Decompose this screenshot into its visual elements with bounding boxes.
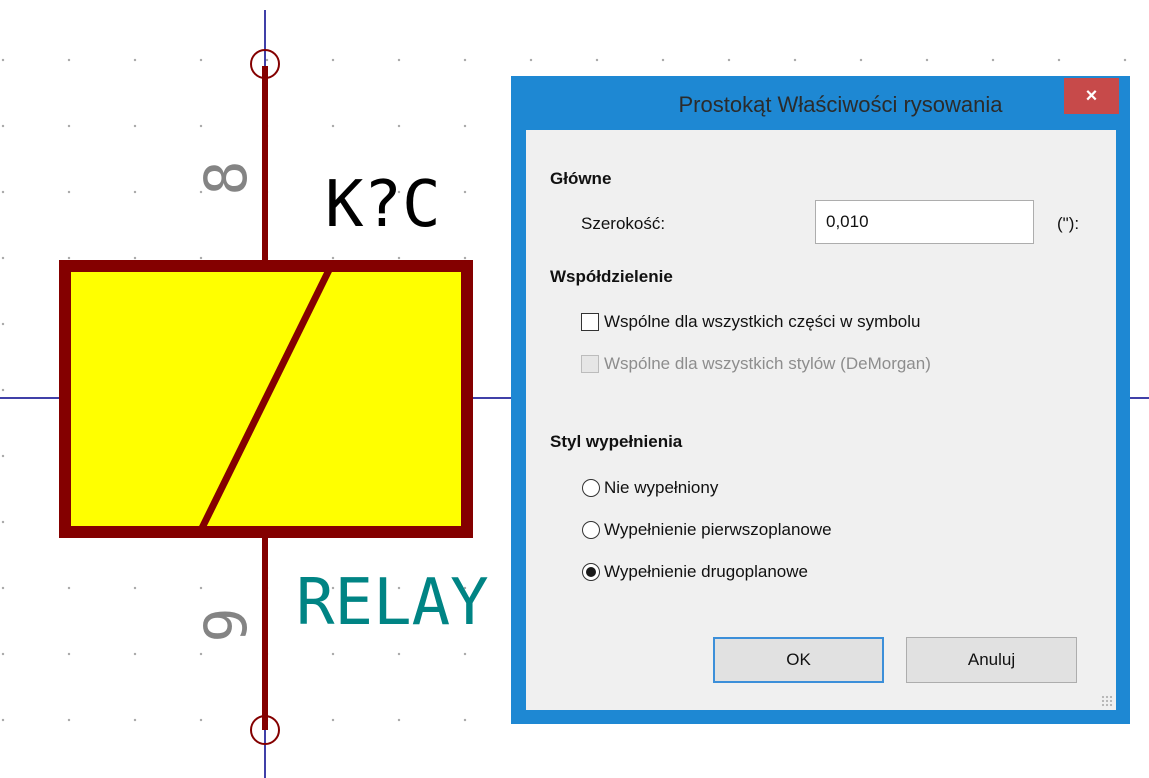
dialog-titlebar[interactable]: Prostokąt Właściwości rysowania × — [511, 76, 1130, 130]
dialog-title: Prostokąt Właściwości rysowania — [678, 92, 1003, 117]
close-button[interactable]: × — [1064, 78, 1119, 114]
radio-button[interactable] — [582, 521, 600, 539]
radio-button[interactable] — [582, 479, 600, 497]
dialog-body: Główne Szerokość: 0,010 ("): Współdziele… — [526, 130, 1116, 710]
checkbox-box-disabled — [581, 355, 599, 373]
fill-option-none[interactable]: Nie wypełniony — [582, 478, 718, 498]
share-styles-checkbox: Wspólne dla wszystkich stylów (DeMorgan) — [581, 354, 931, 374]
share-styles-label: Wspólne dla wszystkich stylów (DeMorgan) — [604, 354, 931, 373]
symbol-reference: K?C — [325, 168, 441, 242]
close-icon: × — [1085, 84, 1098, 107]
fill-option-label: Nie wypełniony — [604, 478, 719, 497]
cancel-button[interactable]: Anuluj — [906, 637, 1077, 683]
fill-option-background[interactable]: Wypełnienie drugoplanowe — [582, 562, 808, 582]
width-label: Szerokość: — [581, 214, 666, 233]
fill-option-foreground[interactable]: Wypełnienie pierwszoplanowe — [582, 520, 832, 540]
main-section-heading: Główne — [550, 169, 612, 188]
pin-bottom-number: 9 — [192, 608, 260, 643]
checkbox-box[interactable] — [581, 313, 599, 331]
pin-top-number: 8 — [192, 161, 260, 196]
properties-dialog: Prostokąt Właściwości rysowania × Główne… — [511, 76, 1130, 724]
symbol-value: RELAY — [296, 566, 489, 640]
share-parts-checkbox[interactable]: Wspólne dla wszystkich części w symbolu — [581, 312, 920, 332]
ok-button[interactable]: OK — [713, 637, 884, 683]
fill-section-heading: Styl wypełnienia — [550, 432, 683, 451]
fill-option-label: Wypełnienie pierwszoplanowe — [604, 520, 832, 539]
share-parts-label: Wspólne dla wszystkich części w symbolu — [604, 312, 921, 331]
resize-grip-icon[interactable] — [1101, 695, 1113, 707]
width-input[interactable]: 0,010 — [815, 200, 1034, 244]
fill-option-label: Wypełnienie drugoplanowe — [604, 562, 808, 581]
sharing-section-heading: Współdzielenie — [550, 267, 673, 286]
radio-button-selected[interactable] — [582, 563, 600, 581]
width-unit: ("): — [1057, 214, 1080, 233]
